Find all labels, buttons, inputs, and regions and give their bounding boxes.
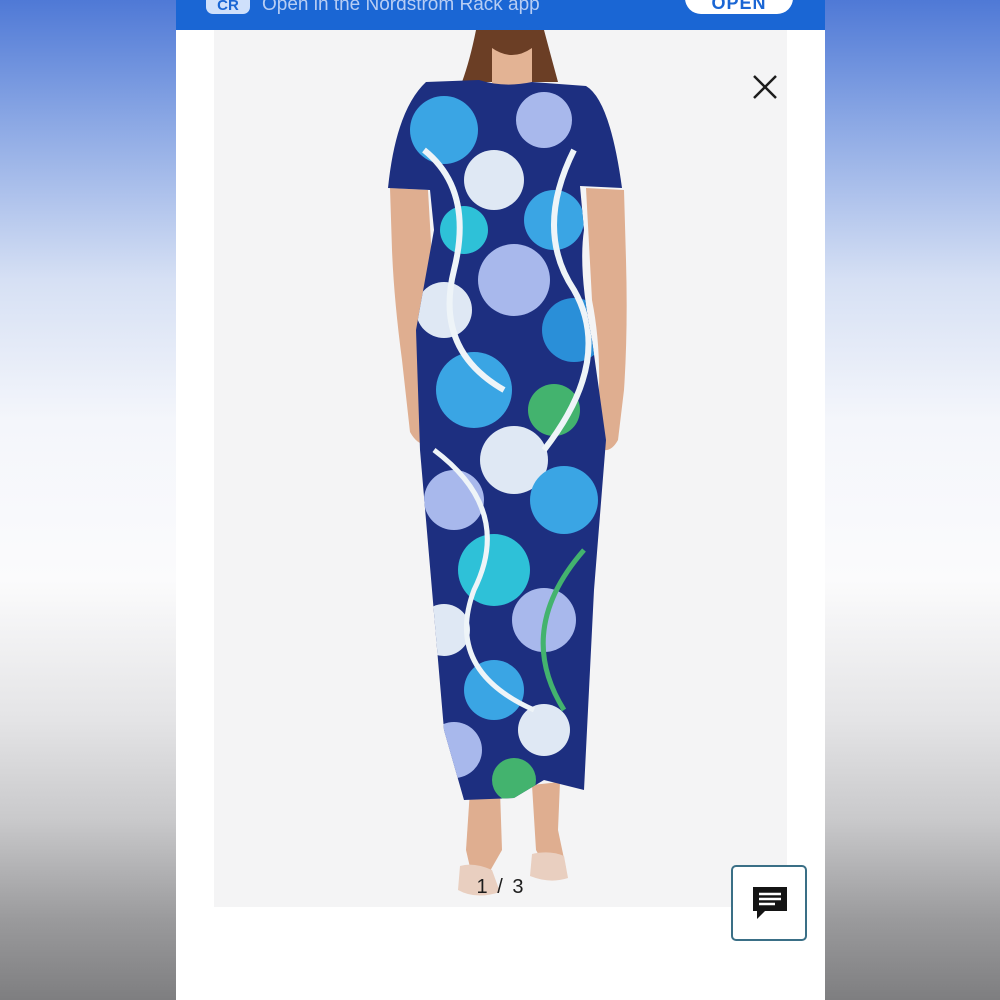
app-banner[interactable]: CR Open in the Nordstrom Rack app OPEN bbox=[176, 0, 825, 30]
chat-button[interactable] bbox=[731, 865, 807, 941]
product-image-gallery[interactable] bbox=[214, 30, 787, 907]
app-banner-text: Open in the Nordstrom Rack app bbox=[262, 0, 540, 15]
product-image[interactable] bbox=[214, 30, 787, 907]
chat-icon bbox=[753, 887, 787, 919]
nordstrom-rack-app-icon: CR bbox=[206, 0, 250, 14]
close-gallery-button[interactable] bbox=[750, 72, 780, 102]
phone-frame: CR Open in the Nordstrom Rack app OPEN 1… bbox=[176, 0, 825, 1000]
open-app-button[interactable]: OPEN bbox=[685, 0, 793, 14]
close-icon bbox=[753, 75, 777, 99]
image-counter: 1 / 3 bbox=[476, 876, 526, 898]
